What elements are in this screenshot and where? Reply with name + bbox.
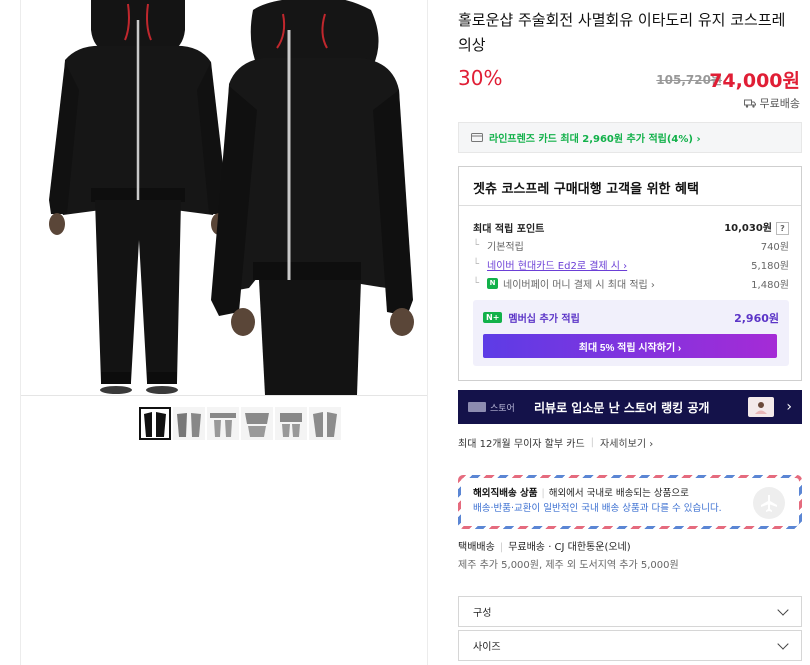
thumbnail-image xyxy=(177,412,201,437)
benefit-divider xyxy=(459,205,801,206)
benefit-title: 겟츄 코스프레 구매대행 고객을 위한 혜택 xyxy=(473,182,699,197)
membership-box: N+ 멤버십 추가 적립 2,960원 최대 5% 적립 시작하기 › xyxy=(473,300,789,366)
naver-pay-icon: N xyxy=(487,278,499,289)
max-point-row: 최대 적립 포인트 10,030원? xyxy=(473,219,789,235)
product-title: 홀로운샵 주술회전 사멸회유 이타도리 유지 코스프레 의상 xyxy=(458,11,786,54)
option-label: 사이즈 xyxy=(473,642,501,653)
option-label: 구성 xyxy=(473,608,492,619)
benefit-panel: 겟츄 코스프레 구매대행 고객을 위한 혜택 최대 적립 포인트 10,030원… xyxy=(458,166,802,381)
figure-side-view xyxy=(211,0,414,395)
delivery-courier: · CJ 대한통운(오네) xyxy=(548,542,631,553)
card-offer[interactable]: 라인프렌즈 카드 최대 2,960원 추가 적립(4%) › xyxy=(458,122,802,153)
npay-link[interactable]: 네이버페이 머니 결제 시 최대 적립 › xyxy=(503,276,655,291)
overseas-title: 해외직배송 상품 xyxy=(473,488,538,499)
option-select-size[interactable]: 사이즈 xyxy=(458,630,802,661)
chevron-down-icon xyxy=(777,603,789,616)
jacket-photo xyxy=(49,0,414,395)
thumbnail-1[interactable] xyxy=(139,407,171,440)
thumbnail-image xyxy=(210,412,236,437)
truck-icon xyxy=(743,99,756,108)
store-tag-label: 스토어 xyxy=(490,403,515,414)
overseas-line-1: 해외직배송 상품 | 해외에서 국내로 배송되는 상품으로 xyxy=(473,486,787,501)
point-row-value: 740원 xyxy=(760,242,789,253)
overseas-desc-1: 해외에서 국내로 배송되는 상품으로 xyxy=(548,488,689,499)
thumbnail-image xyxy=(144,411,166,437)
thumbnail-strip xyxy=(139,407,341,440)
credit-card-icon xyxy=(471,133,483,142)
separator: | xyxy=(541,488,545,499)
person-icon xyxy=(748,397,775,417)
thumbnail-4[interactable] xyxy=(241,407,273,440)
overseas-desc-2: 배송·반품·교환이 일반적인 국내 배송 상품과 다를 수 있습니다. xyxy=(473,503,722,514)
point-row-label: 기본적립 xyxy=(473,238,524,253)
installment-info: 최대 12개월 무이자 할부 카드 | 자세히보기 › xyxy=(458,435,653,450)
overseas-notice-inner: 해외직배송 상품 | 해외에서 국내로 배송되는 상품으로 배송·반품·교환이 일반… xyxy=(461,478,799,526)
separator: | xyxy=(590,437,595,448)
help-icon[interactable]: ? xyxy=(776,222,789,235)
installment-text: 최대 12개월 무이자 할부 카드 xyxy=(458,439,585,450)
point-row-label-wrap: 네이버 현대카드 Ed2로 결제 시 › xyxy=(473,257,627,272)
thumbnail-5[interactable] xyxy=(275,407,307,440)
thumbnail-3[interactable] xyxy=(207,407,239,440)
point-row-basic: 기본적립 740원 xyxy=(473,238,789,253)
airplane-icon xyxy=(753,487,785,519)
store-ranking-banner[interactable]: 스토어 리뷰로 입소문 난 스토어 랭킹 공개 › xyxy=(458,390,802,424)
store-logo-icon xyxy=(468,402,486,412)
card-offer-text: 라인프렌즈 카드 최대 2,960원 추가 적립(4%) › xyxy=(489,134,701,145)
delivery-line: 택배배송 | 무료배송 · CJ 대한통운(오네) xyxy=(458,539,679,557)
product-gallery xyxy=(20,0,428,665)
max-point-value-wrap: 10,030원? xyxy=(724,219,789,235)
delivery-type: 택배배송 xyxy=(458,542,495,553)
chevron-down-icon xyxy=(777,637,789,650)
point-row-npay: N 네이버페이 머니 결제 시 최대 적립 › 1,480원 xyxy=(473,276,789,291)
naver-plus-icon: N+ xyxy=(483,312,503,323)
delivery-info: 택배배송 | 무료배송 · CJ 대한통운(오네) 제주 추가 5,000원, 제주… xyxy=(458,539,679,575)
overseas-shipping-notice: 해외직배송 상품 | 해외에서 국내로 배송되는 상품으로 배송·반품·교환이 일반… xyxy=(458,475,802,529)
membership-label: 멤버십 추가 적립 xyxy=(508,314,580,325)
start-membership-button[interactable]: 최대 5% 적립 시작하기 › xyxy=(483,334,777,358)
thumbnail-6[interactable] xyxy=(309,407,341,440)
chevron-right-icon: › xyxy=(786,399,792,415)
gallery-divider xyxy=(21,395,427,396)
membership-head: N+ 멤버십 추가 적립 xyxy=(483,310,580,325)
separator: | xyxy=(499,542,504,553)
discount-rate: 30% xyxy=(458,66,503,90)
store-tag: 스토어 xyxy=(468,401,534,414)
thumbnail-image xyxy=(313,411,337,437)
point-row-hyundai-card: 네이버 현대카드 Ed2로 결제 시 › 5,180원 xyxy=(473,257,789,272)
delivery-extra-fee: 제주 추가 5,000원, 제주 외 도서지역 추가 5,000원 xyxy=(458,560,679,571)
delivery-fee: 무료배송 xyxy=(508,542,545,553)
option-select-composition[interactable]: 구성 xyxy=(458,596,802,627)
point-row-value: 5,180원 xyxy=(751,261,789,272)
free-shipping-label: 무료배송 xyxy=(759,97,800,110)
membership-value: 2,960원 xyxy=(734,312,779,325)
sale-price: 74,000원 xyxy=(709,70,800,92)
figure-front-view xyxy=(49,0,227,394)
max-point-label: 최대 적립 포인트 xyxy=(473,223,545,235)
point-row-value: 1,480원 xyxy=(751,280,789,291)
thumbnail-2[interactable] xyxy=(173,407,205,440)
point-row-label-wrap: N 네이버페이 머니 결제 시 최대 적립 › xyxy=(473,276,655,291)
free-shipping: 무료배송 xyxy=(743,95,800,111)
installment-more-link[interactable]: 자세히보기 › xyxy=(600,435,653,450)
max-point-value: 10,030원 xyxy=(724,223,772,234)
thumbnail-image xyxy=(280,412,302,437)
store-banner-text: 리뷰로 입소문 난 스토어 랭킹 공개 xyxy=(534,400,710,415)
thumbnail-image xyxy=(245,412,269,437)
hyundai-card-link[interactable]: 네이버 현대카드 Ed2로 결제 시 › xyxy=(487,257,627,272)
product-main-image[interactable] xyxy=(21,0,427,395)
